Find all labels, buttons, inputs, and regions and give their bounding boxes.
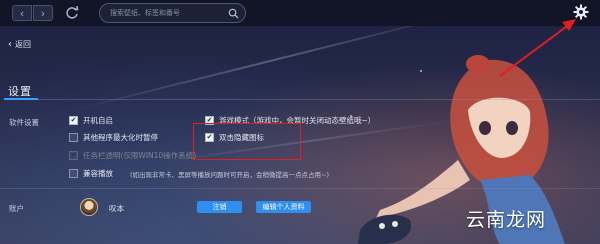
refresh-icon[interactable] xyxy=(64,5,80,21)
logout-button[interactable]: 注销 xyxy=(197,201,242,213)
double-click-hide-option[interactable]: ✔ 双击隐藏图标 xyxy=(205,132,264,143)
double-click-hide-checkbox[interactable]: ✔ xyxy=(205,133,214,142)
nav-forward-button[interactable]: › xyxy=(33,5,53,21)
account-label: 账户 xyxy=(9,204,24,213)
autostart-checkbox[interactable]: ✔ xyxy=(69,116,78,125)
taskbar-transparent-checkbox: ✔ xyxy=(69,151,78,160)
gear-icon[interactable] xyxy=(573,4,589,20)
edit-profile-button[interactable]: 编辑个人资料 xyxy=(256,201,311,213)
back-link[interactable]: ‹ 返回 xyxy=(8,39,31,50)
top-bar: ‹ › xyxy=(0,0,600,26)
taskbar-transparent-label: 任务栏透明(仅限WIN10操作系统) xyxy=(83,151,197,160)
nav-back-button[interactable]: ‹ xyxy=(12,5,32,21)
game-mode-label: 游戏模式（游戏中，会暂时关闭动态壁纸哦~） xyxy=(219,116,376,125)
pause-on-maximize-option[interactable]: 其他程序最大化时暂停 xyxy=(69,132,158,143)
section-divider xyxy=(0,188,600,189)
chevron-left-icon: ‹ xyxy=(8,38,12,50)
chevron-left-icon: ‹ xyxy=(19,6,25,20)
game-mode-option[interactable]: ✔ 游戏模式（游戏中，会暂时关闭动态壁纸哦~） xyxy=(205,115,375,126)
compat-playback-note: (如出现非常卡、黑屏等播放问题时可开启，会稍微提高一点点占用~) xyxy=(130,170,330,179)
search-icon[interactable] xyxy=(228,8,239,19)
software-settings-label: 软件设置 xyxy=(9,118,39,127)
search-input[interactable] xyxy=(110,6,220,20)
watermark-text: 云南龙网 xyxy=(466,209,547,231)
app-window: ‹ › 搜索壁纸、标签和番号 ‹ 返回 设置 软件设置 ✔ 开机自启 其他程序最… xyxy=(0,0,600,244)
compat-playback-option[interactable]: 兼容播放 (如出现非常卡、黑屏等播放问题时可开启，会稍微提高一点点占用~) xyxy=(69,168,329,179)
autostart-label: 开机自启 xyxy=(83,116,113,125)
game-mode-checkbox[interactable]: ✔ xyxy=(205,116,214,125)
page-title: 设置 xyxy=(8,85,32,98)
autostart-option[interactable]: ✔ 开机自启 xyxy=(69,115,113,126)
compat-playback-label: 兼容播放 xyxy=(83,169,113,178)
username: 叹本 xyxy=(109,204,124,213)
title-divider xyxy=(4,98,600,100)
back-label: 返回 xyxy=(15,40,31,49)
double-click-hide-label: 双击隐藏图标 xyxy=(219,133,264,142)
chevron-right-icon: › xyxy=(40,6,46,20)
search-box xyxy=(99,3,246,23)
pause-on-maximize-checkbox[interactable] xyxy=(69,133,78,142)
avatar xyxy=(80,198,98,216)
taskbar-transparent-option: ✔ 任务栏透明(仅限WIN10操作系统) xyxy=(69,150,196,161)
compat-playback-checkbox[interactable] xyxy=(69,169,78,178)
pause-on-maximize-label: 其他程序最大化时暂停 xyxy=(83,133,158,142)
